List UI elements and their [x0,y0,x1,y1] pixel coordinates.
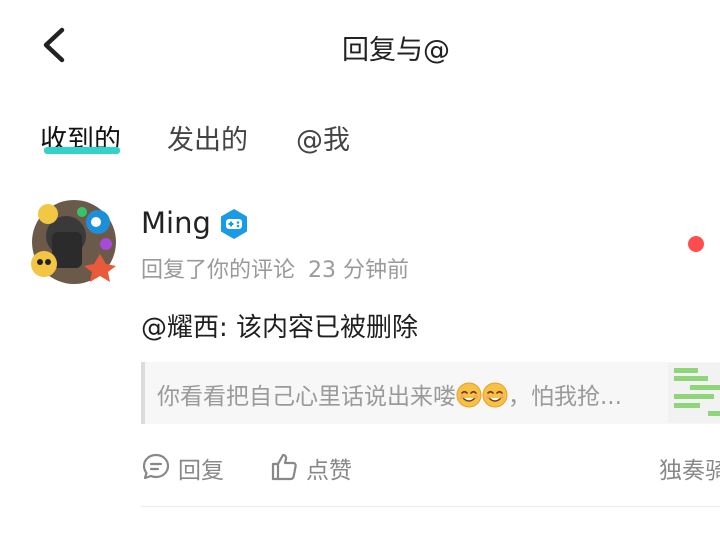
active-tab-indicator [44,147,120,154]
timestamp: 23 分钟前 [308,258,410,283]
quoted-comment-body: 你看看把自己心里话说出来喽 [157,384,456,410]
smile-emoji-icon [482,382,508,408]
tab-mentions[interactable]: @我 [296,118,350,157]
quoted-comment-text: 你看看把自己心里话说出来喽 ，怕我抢... [157,377,622,411]
notification-meta: 回复了你的评论 23 分钟前 [141,252,409,284]
divider [141,506,720,507]
like-label: 点赞 [306,458,352,484]
like-button[interactable]: 点赞 [269,446,359,486]
tab-sent[interactable]: 发出的 [167,118,248,157]
quoted-comment[interactable]: 你看看把自己心里话说出来喽 ，怕我抢... [141,362,720,424]
gamepad-badge-icon [221,209,247,239]
reply-button[interactable]: 回复 [141,446,231,486]
reply-label: 回复 [178,458,224,484]
action-text: 回复了你的评论 [141,258,296,283]
username[interactable]: Ming [141,206,211,240]
page-title: 回复与@ [342,35,450,66]
avatar[interactable] [26,192,122,292]
smile-emoji-icon [456,382,482,408]
quote-bar [141,362,145,424]
tab-bar: 收到的 发出的 @我 [0,112,720,162]
source-label[interactable]: 独奏骑 [659,451,720,485]
action-row: 回复 点赞 独奏骑 [141,446,720,486]
quoted-comment-suffix: ，怕我抢... [508,384,622,410]
thumbs-up-icon [271,453,297,481]
quoted-thumbnail[interactable] [668,363,720,423]
unread-dot [688,236,704,252]
top-bar: 回复与@ [0,0,720,92]
reply-content[interactable]: @耀西: 该内容已被删除 [141,307,418,344]
comment-bubble-icon [142,453,170,480]
